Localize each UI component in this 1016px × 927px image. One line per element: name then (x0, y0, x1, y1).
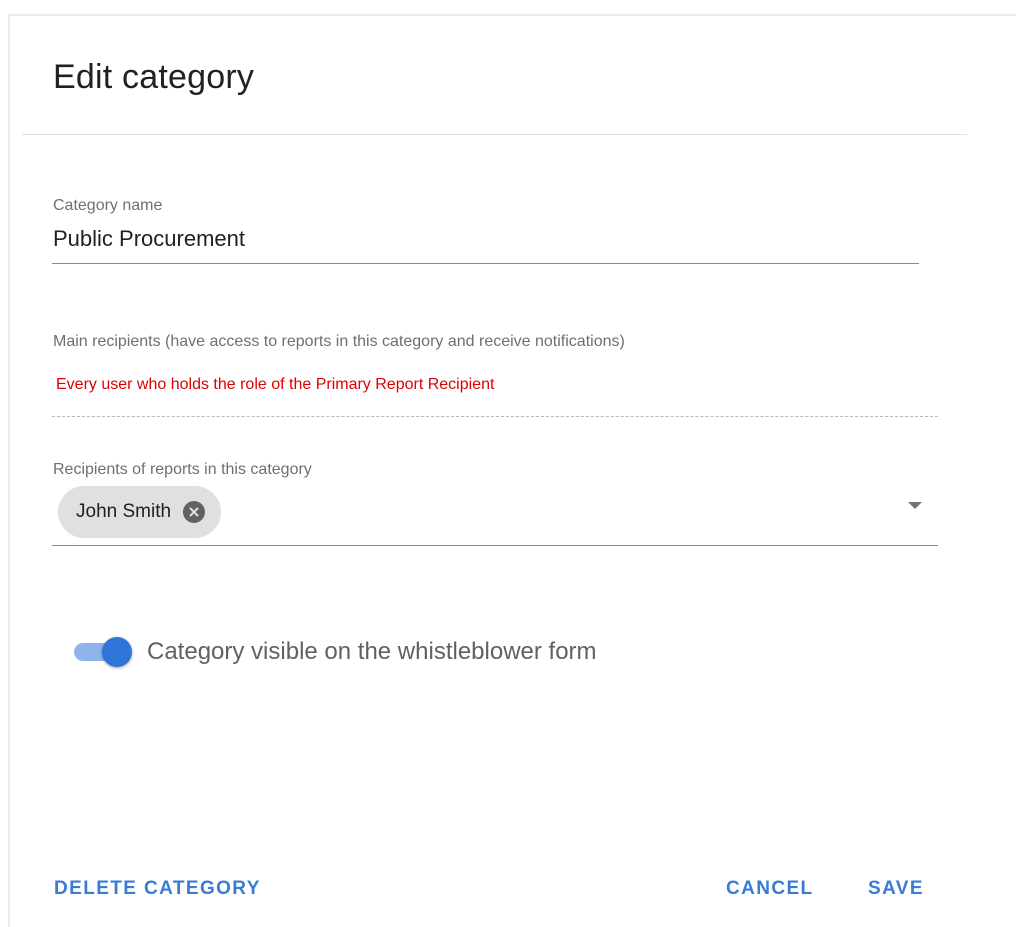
dialog-title: Edit category (53, 58, 255, 96)
category-name-input[interactable]: Public Procurement (53, 226, 245, 252)
recipients-underline (52, 545, 938, 546)
recipient-chip-label: John Smith (76, 501, 172, 522)
main-recipients-notice: Every user who holds the role of the Pri… (56, 376, 495, 393)
visibility-toggle-label: Category visible on the whistleblower fo… (147, 638, 597, 665)
toggle-knob (102, 637, 132, 667)
page-border-top (8, 14, 1016, 16)
main-recipients-label: Main recipients (have access to reports … (53, 333, 625, 350)
visibility-toggle-switch[interactable] (74, 637, 134, 667)
save-button[interactable]: SAVE (868, 878, 924, 900)
delete-category-button[interactable]: DELETE CATEGORY (54, 878, 261, 900)
category-name-label: Category name (53, 197, 163, 214)
recipient-chip[interactable]: John Smith (58, 486, 222, 538)
chip-remove-icon[interactable] (183, 501, 206, 523)
recipients-label: Recipients of reports in this category (53, 461, 312, 478)
dropdown-arrow-icon[interactable] (908, 502, 922, 509)
main-recipients-divider (52, 416, 938, 417)
page-border-left (8, 14, 10, 927)
header-divider (22, 134, 967, 135)
category-name-underline (52, 263, 919, 264)
cancel-button[interactable]: CANCEL (726, 878, 814, 900)
